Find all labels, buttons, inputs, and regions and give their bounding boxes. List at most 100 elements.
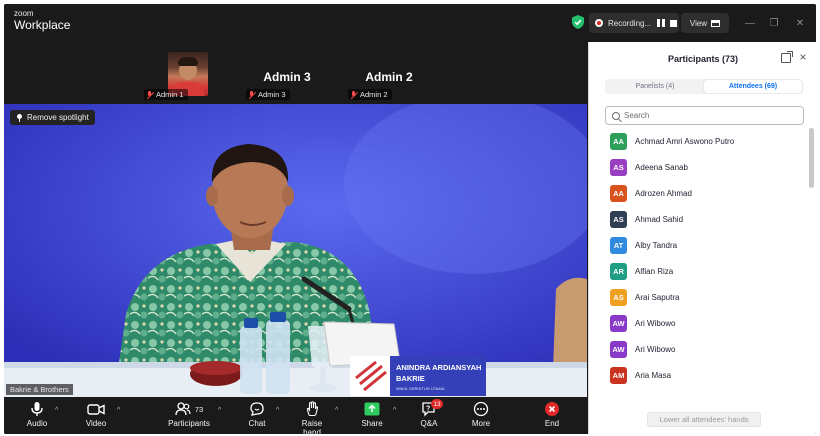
thumbnail-name: Admin 2: [360, 90, 388, 99]
attendee-name: Alby Tandra: [635, 240, 678, 250]
zoom-logo: zoom Workplace: [14, 9, 71, 32]
view-button[interactable]: View: [681, 13, 729, 33]
avatar: AW: [610, 314, 627, 332]
attendee-name: Ari Wibowo: [635, 318, 676, 328]
remove-spotlight-button[interactable]: Remove spotlight: [10, 110, 95, 125]
list-item[interactable]: AM Aria Masa: [589, 362, 809, 388]
close-window-button[interactable]: ✕: [790, 13, 810, 33]
thumbnail-admin-3[interactable]: Admin 3 Admin 3: [244, 50, 330, 100]
avatar: AS: [610, 158, 627, 176]
attendee-name: Aria Masa: [635, 370, 672, 380]
attendee-name: Alfian Riza: [635, 266, 674, 276]
thumbnail-display-name: Admin 2: [365, 70, 413, 84]
thumbnail-admin-1[interactable]: Admin 1: [142, 50, 228, 100]
list-item[interactable]: AW Ari Wibowo: [589, 310, 809, 336]
avatar: AW: [610, 340, 627, 358]
participant-count: 73: [194, 404, 204, 414]
qa-badge: 13: [431, 399, 443, 409]
participants-label: Participants: [168, 419, 210, 428]
recording-label: Recording...: [608, 18, 652, 28]
name-plate-line2: BAKRIE: [396, 374, 425, 383]
thumbnail-label: Admin 2: [348, 89, 392, 100]
pause-recording-icon[interactable]: [657, 19, 666, 27]
recording-indicator[interactable]: Recording...: [589, 13, 679, 33]
attendee-list-scrollbar[interactable]: [809, 128, 814, 188]
raise-hand-options-caret[interactable]: ^: [335, 407, 338, 414]
brand-top: zoom: [14, 9, 34, 18]
share-screen-icon: [364, 402, 380, 416]
search-box[interactable]: [605, 106, 804, 125]
list-item[interactable]: AA Adrozen Ahmad: [589, 180, 809, 206]
thumbnail-admin-2[interactable]: Admin 2 Admin 2: [346, 50, 432, 100]
zoom-window: zoom Workplace Recording... View — ❐ ✕ A…: [4, 4, 816, 434]
participants-icon: [175, 402, 191, 416]
audio-label: Audio: [26, 419, 48, 428]
end-button[interactable]: End: [539, 400, 565, 432]
list-item[interactable]: AR Alfian Riza: [589, 258, 809, 284]
restore-button[interactable]: ❐: [764, 13, 784, 33]
chat-icon: [250, 402, 264, 416]
popout-icon[interactable]: [781, 51, 793, 63]
attendee-name: Ahmad Sahid: [635, 214, 684, 224]
brand-bottom: Workplace: [14, 18, 71, 32]
list-item[interactable]: AS Adeena Sanab: [589, 154, 809, 180]
share-options-caret[interactable]: ^: [393, 407, 396, 414]
video-label: Video: [85, 419, 107, 428]
avatar: AA: [610, 184, 627, 202]
audio-options-caret[interactable]: ^: [55, 407, 58, 414]
qa-button[interactable]: ? 13 Q&A: [416, 399, 443, 432]
meeting-toolbar: Audio ^ Video ^ 73 Participants ^ Chat ^…: [4, 397, 587, 434]
list-item[interactable]: AS Arai Saputra: [589, 284, 809, 310]
attendee-name: Arai Saputra: [635, 292, 680, 302]
avatar: AS: [610, 210, 627, 228]
chat-button[interactable]: Chat: [244, 400, 270, 432]
thumbnail-label: Admin 3: [246, 89, 290, 100]
thumbnail-name: Admin 3: [258, 90, 286, 99]
mic-muted-icon: [146, 90, 153, 99]
video-camera-off-icon: [87, 404, 105, 415]
attendee-name: Adeena Sanab: [635, 162, 688, 172]
lower-all-hands-button[interactable]: Lower all attendees' hands: [647, 412, 761, 427]
thumbnail-name: Admin 1: [156, 90, 184, 99]
main-video: ANINDRA ARDIANSYAH BAKRIE WAKIL DIREKTUR…: [4, 104, 587, 397]
list-item[interactable]: AA Achmad Amri Aswono Putro: [589, 128, 809, 154]
more-button[interactable]: More: [468, 400, 494, 432]
video-participant-name: Bakrie & Brothers: [6, 384, 73, 395]
search-input[interactable]: [624, 111, 784, 120]
view-label: View: [689, 18, 708, 28]
microphone-icon: [31, 402, 43, 416]
avatar: AA: [610, 132, 627, 150]
remove-spotlight-label: Remove spotlight: [27, 113, 89, 122]
avatar: AR: [610, 262, 627, 280]
tab-attendees[interactable]: Attendees (69): [704, 80, 802, 93]
name-plate-line1: ANINDRA ARDIANSYAH: [396, 363, 481, 372]
attendee-name: Ari Wibowo: [635, 344, 676, 354]
video-button[interactable]: Video: [82, 400, 110, 432]
participants-options-caret[interactable]: ^: [218, 407, 221, 414]
participants-button[interactable]: 73 Participants: [164, 400, 214, 432]
list-item[interactable]: AW Ari Wibowo: [589, 336, 809, 362]
raise-hand-button[interactable]: Raise hand: [292, 400, 332, 434]
list-item[interactable]: AT Alby Tandra: [589, 232, 809, 258]
pin-icon: [16, 113, 23, 122]
avatar: AS: [610, 288, 627, 306]
chat-options-caret[interactable]: ^: [276, 407, 279, 414]
more-label: More: [471, 419, 491, 428]
close-panel-icon[interactable]: ×: [797, 51, 809, 63]
audio-button[interactable]: Audio: [24, 400, 50, 432]
participant-tabs: Panelists (4) Attendees (69): [605, 79, 803, 94]
list-item[interactable]: AS Ahmad Sahid: [589, 206, 809, 232]
share-button[interactable]: Share: [359, 400, 385, 432]
stop-recording-icon[interactable]: [670, 19, 678, 27]
attendee-name: Achmad Amri Aswono Putro: [635, 136, 735, 146]
view-grid-icon: [711, 19, 721, 27]
hand-icon: [306, 401, 319, 417]
thumbnail-display-name: Admin 3: [263, 70, 311, 84]
shield-icon[interactable]: [570, 14, 586, 30]
video-options-caret[interactable]: ^: [117, 407, 120, 414]
chat-label: Chat: [248, 419, 266, 428]
minimize-button[interactable]: —: [740, 13, 760, 33]
end-label: End: [544, 419, 560, 428]
tab-panelists[interactable]: Panelists (4): [606, 80, 704, 93]
mic-muted-icon: [350, 90, 357, 99]
